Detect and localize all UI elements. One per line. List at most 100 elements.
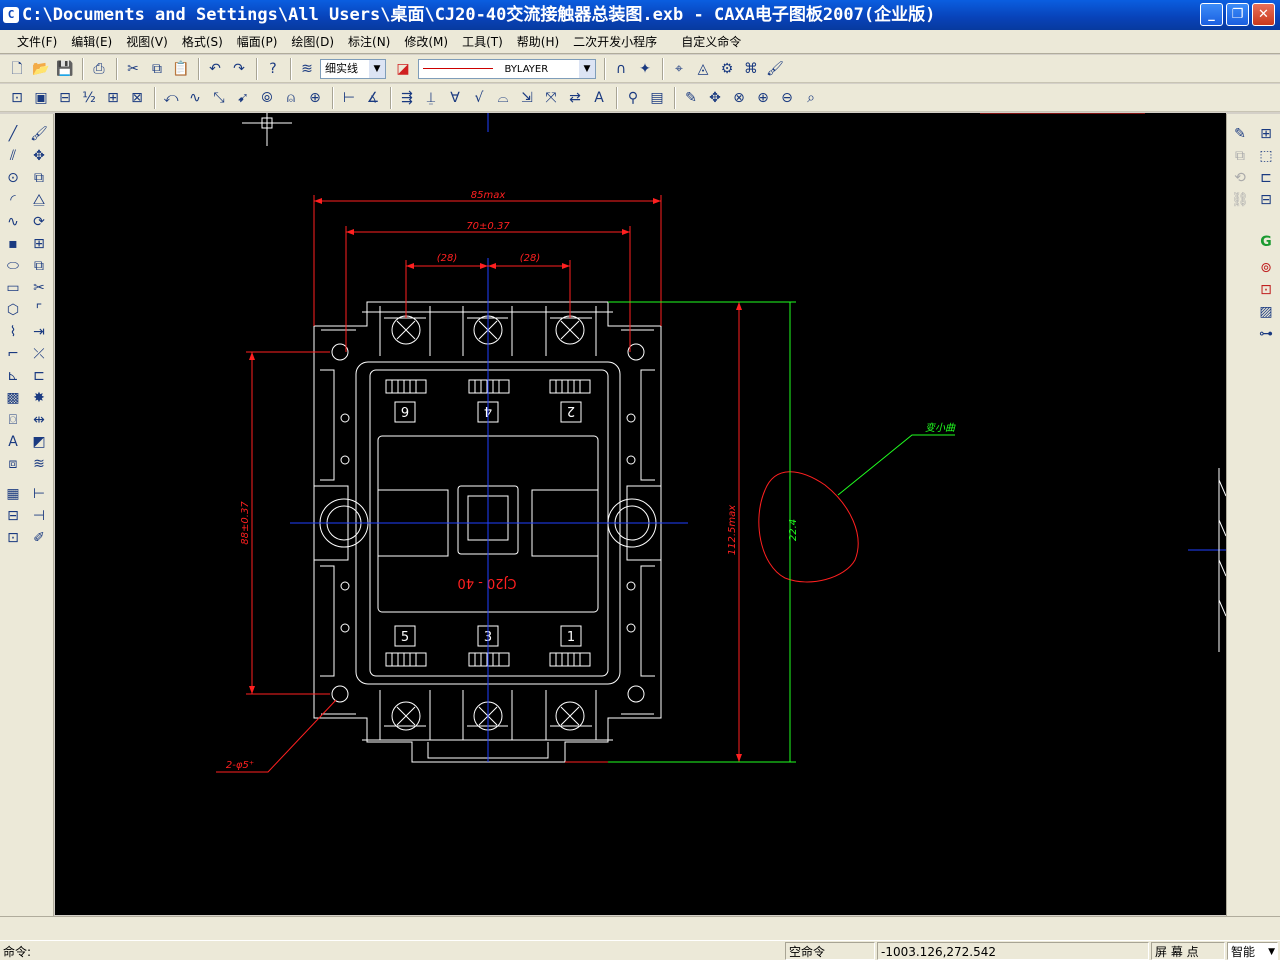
offset-icon[interactable]: ⊾ bbox=[2, 366, 24, 386]
smart-snap-select[interactable]: 智能 ▼ bbox=[1227, 942, 1278, 960]
match-property-icon[interactable]: 🖌 bbox=[764, 58, 786, 80]
magnet-snap-icon[interactable]: ∩ bbox=[610, 58, 632, 80]
line-style-select[interactable]: BYLAYER ▼ bbox=[418, 58, 596, 79]
attribute-icon[interactable]: ⚙ bbox=[716, 58, 738, 80]
break-line-icon[interactable]: ⤺ bbox=[160, 87, 182, 109]
zoom-dynamic-icon[interactable]: ⊗ bbox=[728, 87, 750, 109]
frame-icon[interactable]: ▣ bbox=[30, 87, 52, 109]
copy-move-icon[interactable]: ⧉ bbox=[28, 168, 50, 188]
angular-dim-icon[interactable]: ∡ bbox=[362, 87, 384, 109]
snap-mode[interactable]: 屏 幕 点 bbox=[1151, 942, 1225, 960]
menu-dimension[interactable]: 标注(N) bbox=[341, 33, 397, 50]
redo-icon[interactable]: ↷ bbox=[228, 58, 250, 80]
form-tolerance-icon[interactable]: ∀ bbox=[444, 87, 466, 109]
rectangle-icon[interactable]: ▭ bbox=[2, 278, 24, 298]
cube-icon[interactable]: ⬚ bbox=[1255, 146, 1277, 166]
layout-icon[interactable]: ⊏ bbox=[1255, 168, 1277, 188]
block-insert-icon[interactable]: ⧈ bbox=[2, 454, 24, 474]
record-icon[interactable]: ⊚ bbox=[1255, 258, 1277, 278]
color-icon[interactable]: ◪ bbox=[392, 58, 414, 80]
zoom-all-icon[interactable]: ⌕ bbox=[800, 87, 822, 109]
arc-icon[interactable]: ◜ bbox=[2, 190, 24, 210]
hole-icon[interactable]: ⦾ bbox=[256, 87, 278, 109]
rotate-icon[interactable]: ⟳ bbox=[28, 212, 50, 232]
menu-format[interactable]: 格式(S) bbox=[175, 33, 230, 50]
center-mark-icon[interactable]: ⊕ bbox=[304, 87, 326, 109]
camera-icon[interactable]: ⊡ bbox=[1255, 280, 1277, 300]
table-tool-icon[interactable]: ⊟ bbox=[2, 506, 24, 526]
extend-icon[interactable]: ⇥ bbox=[28, 322, 50, 342]
measure-icon[interactable]: ◬ bbox=[692, 58, 714, 80]
print-icon[interactable]: ⎙ bbox=[88, 58, 110, 80]
scale-icon[interactable]: ⧉ bbox=[28, 256, 50, 276]
menu-help[interactable]: 帮助(H) bbox=[510, 33, 566, 50]
parts-list-icon[interactable]: ⊠ bbox=[126, 87, 148, 109]
align-icon[interactable]: ⇹ bbox=[28, 410, 50, 430]
paste-icon[interactable]: 📋 bbox=[170, 58, 192, 80]
break-icon[interactable]: ⤫ bbox=[28, 344, 50, 364]
explode-icon[interactable]: ✸ bbox=[28, 388, 50, 408]
center-line-icon[interactable]: ⌐ bbox=[2, 344, 24, 364]
view-property-icon[interactable]: ⚲ bbox=[622, 87, 644, 109]
text-dim-icon[interactable]: A bbox=[588, 87, 610, 109]
color-fill-icon[interactable]: ◩ bbox=[28, 432, 50, 452]
pencil-icon[interactable]: ✎ bbox=[680, 87, 702, 109]
mirror-icon[interactable]: ⧋ bbox=[28, 190, 50, 210]
help-icon[interactable]: ? bbox=[262, 58, 284, 80]
view-disabled-icon[interactable]: ⧉ bbox=[1229, 146, 1251, 166]
text-icon[interactable]: A bbox=[2, 432, 24, 452]
title-block-icon[interactable]: ⊟ bbox=[54, 87, 76, 109]
trim-icon[interactable]: ✂ bbox=[28, 278, 50, 298]
link-disabled-icon[interactable]: ⛓ bbox=[1229, 190, 1251, 210]
circle-icon[interactable]: ⊙ bbox=[2, 168, 24, 188]
parallel-line-icon[interactable]: ⫽ bbox=[2, 146, 24, 166]
layer-manage-icon[interactable]: ⌘ bbox=[740, 58, 762, 80]
minimize-button[interactable]: _ bbox=[1200, 3, 1223, 26]
part-number-icon[interactable]: ½ bbox=[78, 87, 100, 109]
layer-icon[interactable]: ≋ bbox=[296, 58, 318, 80]
layer-stack-icon[interactable]: ≋ bbox=[28, 454, 50, 474]
maximize-button[interactable]: ❐ bbox=[1226, 3, 1249, 26]
query-icon[interactable]: ⌖ bbox=[668, 58, 690, 80]
open-file-icon[interactable]: 📂 bbox=[30, 58, 52, 80]
zoom-window-icon[interactable]: ⊡ bbox=[6, 87, 28, 109]
fillet-icon[interactable]: ⌜ bbox=[28, 300, 50, 320]
ole-icon[interactable]: ⊡ bbox=[2, 528, 24, 548]
weld-icon[interactable]: ⌓ bbox=[492, 87, 514, 109]
new-file-icon[interactable]: 🗋 bbox=[6, 58, 28, 80]
arrow-icon[interactable]: ➹ bbox=[232, 87, 254, 109]
line-icon[interactable]: ╱ bbox=[2, 124, 24, 144]
linetype-select[interactable]: 细实线 ▼ bbox=[320, 58, 386, 79]
polygon-icon[interactable]: ⬡ bbox=[2, 300, 24, 320]
menu-tools[interactable]: 工具(T) bbox=[455, 33, 510, 50]
ellipse-icon[interactable]: ⬭ bbox=[2, 256, 24, 276]
brush-icon[interactable]: 🖌 bbox=[28, 124, 50, 144]
drawing-canvas[interactable]: 6 4 2 5 3 1 CJ20 - 40 85max 70±0.37 (28)… bbox=[55, 113, 1226, 915]
g-logo-icon[interactable]: G bbox=[1255, 232, 1277, 252]
double-break-icon[interactable]: ⤡ bbox=[208, 87, 230, 109]
close-button[interactable]: ✕ bbox=[1252, 3, 1275, 26]
array-icon[interactable]: ⊞ bbox=[28, 234, 50, 254]
menu-sheet[interactable]: 幅面(P) bbox=[230, 33, 285, 50]
table-view-icon[interactable]: ⊟ bbox=[1255, 190, 1277, 210]
menu-file[interactable]: 文件(F) bbox=[10, 33, 64, 50]
bolt-icon[interactable]: ⍝ bbox=[280, 87, 302, 109]
image-icon[interactable]: ▦ bbox=[2, 484, 24, 504]
block-icon[interactable]: ⌼ bbox=[2, 410, 24, 430]
cut-icon[interactable]: ✂ bbox=[122, 58, 144, 80]
polyline-icon[interactable]: ⌇ bbox=[2, 322, 24, 342]
zoom-in-icon[interactable]: ⊕ bbox=[752, 87, 774, 109]
dim-baseline-icon[interactable]: ⊣ bbox=[28, 506, 50, 526]
orbit-disabled-icon[interactable]: ⟲ bbox=[1229, 168, 1251, 188]
grid-icon[interactable]: ⊞ bbox=[1255, 124, 1277, 144]
spline-icon[interactable]: ∿ bbox=[2, 212, 24, 232]
move-icon[interactable]: ✥ bbox=[28, 146, 50, 166]
pattern-icon[interactable]: ▨ bbox=[1255, 302, 1277, 322]
hatch-icon[interactable]: ▤ bbox=[646, 87, 668, 109]
wave-line-icon[interactable]: ∿ bbox=[184, 87, 206, 109]
section-icon[interactable]: ⇲ bbox=[516, 87, 538, 109]
menu-edit[interactable]: 编辑(E) bbox=[64, 33, 119, 50]
edit-icon[interactable]: ✎ bbox=[1229, 124, 1251, 144]
menu-modify[interactable]: 修改(M) bbox=[397, 33, 455, 50]
caxa-app-icon[interactable]: C bbox=[3, 7, 19, 23]
